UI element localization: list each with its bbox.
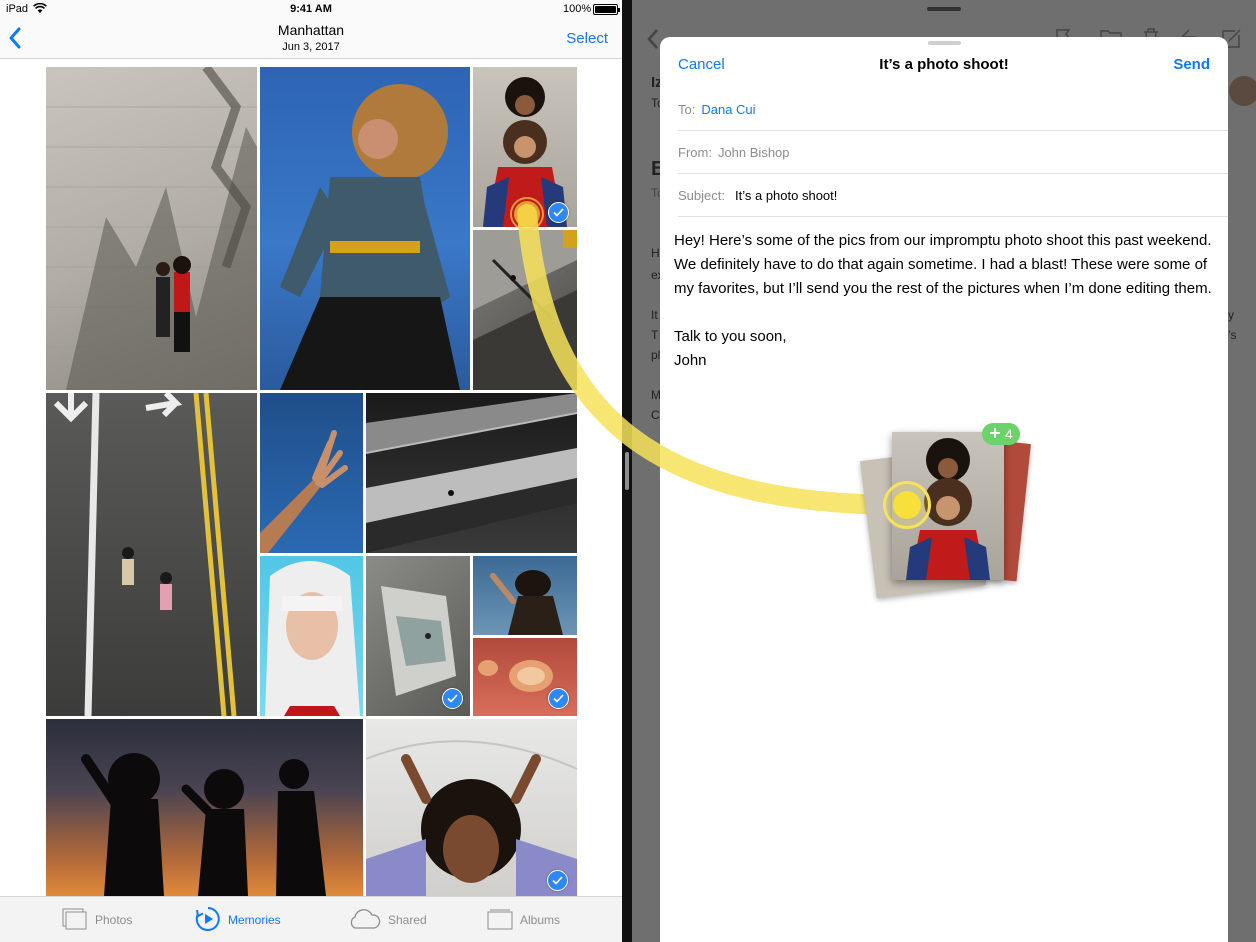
album-date: Jun 3, 2017 bbox=[282, 41, 340, 53]
tab-photos-label: Photos bbox=[95, 913, 133, 927]
photo-tile[interactable] bbox=[366, 719, 577, 896]
drag-count: 4 bbox=[1005, 426, 1013, 442]
selected-check-icon bbox=[442, 688, 463, 709]
avatar bbox=[1229, 76, 1256, 106]
photo-tile[interactable] bbox=[473, 556, 577, 635]
to-field[interactable]: To: Dana Cui bbox=[678, 88, 1228, 131]
message-body[interactable]: Hey! Here’s some of the pics from our im… bbox=[674, 229, 1222, 373]
tab-albums-label: Albums bbox=[520, 913, 561, 927]
photo-tile[interactable] bbox=[46, 67, 257, 390]
window-grabber[interactable] bbox=[927, 7, 961, 11]
tab-albums[interactable]: Albums bbox=[487, 907, 560, 933]
drag-touch-point-inner bbox=[893, 491, 921, 519]
tab-memories[interactable]: Memories bbox=[195, 906, 281, 935]
photo-tile[interactable] bbox=[366, 393, 577, 553]
photo-tile[interactable] bbox=[46, 719, 363, 896]
selected-check-icon bbox=[547, 870, 568, 891]
mail-background-fragment: ’s bbox=[1228, 328, 1237, 342]
photo-tile[interactable] bbox=[260, 67, 470, 390]
from-value: John Bishop bbox=[717, 144, 790, 160]
mail-background-fragment: It bbox=[651, 308, 658, 322]
mail-background-fragment: C bbox=[651, 408, 660, 422]
body-paragraph: Hey! Here’s some of the pics from our im… bbox=[674, 232, 1212, 297]
tab-memories-label: Memories bbox=[228, 913, 281, 927]
battery-percent: 100% bbox=[563, 3, 592, 15]
tab-bar: Photos Memories Shared Albums bbox=[0, 896, 622, 942]
album-title: Manhattan bbox=[277, 22, 345, 38]
photo-tile[interactable] bbox=[473, 230, 577, 390]
photo-tile[interactable] bbox=[260, 556, 363, 716]
to-label: To: bbox=[678, 101, 696, 117]
body-line: John bbox=[674, 352, 707, 369]
compose-title: It’s a photo shoot! bbox=[879, 56, 1009, 73]
from-label: From: bbox=[678, 144, 712, 160]
tab-photos[interactable]: Photos bbox=[62, 907, 132, 933]
sheet-grabber[interactable] bbox=[928, 41, 961, 45]
from-field[interactable]: From: John Bishop bbox=[678, 131, 1228, 174]
battery-icon bbox=[593, 4, 620, 15]
cloud-icon bbox=[347, 908, 381, 933]
subject-label: Subject: bbox=[678, 187, 725, 203]
select-button[interactable]: Select bbox=[566, 30, 608, 47]
mail-background-fragment: pl bbox=[651, 348, 661, 362]
drag-count-badge: 4 bbox=[982, 423, 1020, 445]
back-chevron-icon bbox=[646, 28, 660, 55]
subject-field[interactable]: Subject: It’s a photo shoot! bbox=[678, 174, 1228, 217]
mail-background-fragment: y bbox=[1228, 308, 1234, 322]
photo-tile[interactable] bbox=[473, 638, 577, 716]
plus-icon bbox=[989, 426, 1001, 442]
selected-check-icon bbox=[548, 688, 569, 709]
subject-value[interactable]: It’s a photo shoot! bbox=[735, 188, 837, 203]
mail-background-fragment: H bbox=[651, 246, 660, 260]
tab-shared-label: Shared bbox=[388, 913, 427, 927]
clock: 9:41 AM bbox=[290, 3, 332, 15]
albums-icon bbox=[487, 908, 513, 933]
mail-background-fragment: T bbox=[651, 328, 659, 342]
recipient-token[interactable]: Dana Cui bbox=[701, 102, 755, 117]
split-view-handle[interactable] bbox=[625, 452, 629, 490]
photo-tile[interactable] bbox=[473, 67, 577, 227]
photo-tile[interactable] bbox=[366, 556, 470, 716]
send-button[interactable]: Send bbox=[1173, 56, 1210, 73]
photos-icon bbox=[62, 908, 88, 933]
dragged-photo-stack[interactable] bbox=[860, 424, 1032, 599]
status-bar: iPad 9:41 AM 100% bbox=[0, 0, 622, 18]
photo-tile[interactable] bbox=[260, 393, 363, 553]
memories-icon bbox=[195, 906, 221, 935]
selected-check-icon bbox=[548, 202, 569, 223]
photos-nav-bar: Manhattan Jun 3, 2017 Select bbox=[0, 18, 622, 59]
body-line: Talk to you soon, bbox=[674, 328, 787, 345]
photo-grid bbox=[0, 59, 622, 896]
tab-shared[interactable]: Shared bbox=[347, 907, 427, 933]
photo-tile[interactable] bbox=[46, 393, 257, 716]
